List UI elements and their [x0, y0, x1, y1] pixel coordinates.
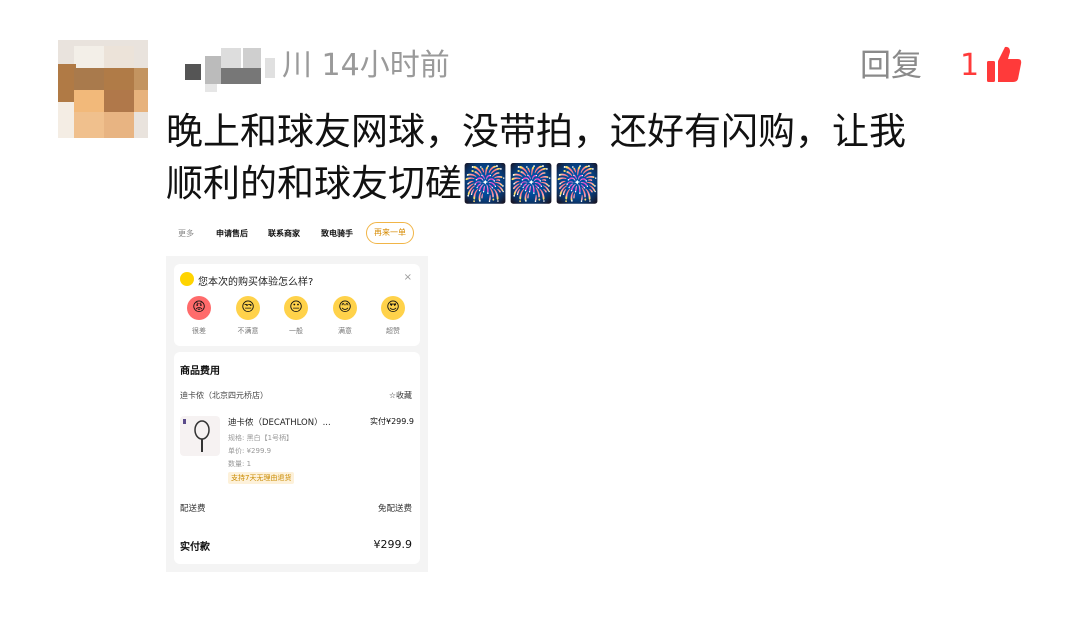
rating-excellent[interactable]: 😍: [381, 296, 405, 320]
favorite-button[interactable]: ☆收藏: [389, 390, 412, 401]
rating-label: 很差: [192, 327, 206, 335]
mascot-icon: [180, 272, 194, 286]
rating-label: 不满意: [237, 327, 259, 335]
username-redacted[interactable]: [185, 44, 285, 92]
contact-merchant-action[interactable]: 联系商家: [268, 228, 300, 239]
like-count[interactable]: 1: [960, 44, 979, 88]
more-action[interactable]: 更多: [178, 228, 194, 239]
product-spec: 规格: 黑白【1号柄】: [228, 434, 294, 442]
comment-meta: 川 14小时前: [282, 44, 450, 88]
cost-section-title: 商品费用: [180, 366, 220, 377]
tennis-racket-thumbnail[interactable]: [180, 416, 220, 456]
rating-unsatisfied[interactable]: 😒: [236, 296, 260, 320]
product-name[interactable]: 迪卡侬（DECATHLON）...: [228, 416, 331, 428]
avatar[interactable]: [58, 40, 148, 138]
order-screenshot-image[interactable]: 更多 申请售后 联系商家 致电骑手 再来一单 您本次的购买体验怎么样? × 😡 …: [166, 208, 428, 572]
product-quantity: 数量: 1: [228, 460, 252, 468]
comment-text-line1: 晚上和球友网球，没带拍，还好有闪购，让我: [166, 110, 906, 153]
product-cost-card: 商品费用 迪卡侬（北京四元桥店） ☆收藏 迪卡侬（DECATHLON）... 实…: [174, 352, 420, 548]
shipping-value: 免配送费: [377, 504, 412, 514]
comment-time: 14小时前: [321, 48, 450, 83]
rating-label: 一般: [289, 327, 303, 335]
payment-card: 实付款 ¥299.9: [174, 526, 420, 564]
close-icon[interactable]: ×: [404, 272, 412, 283]
order-action-bar: 更多 申请售后 联系商家 致电骑手 再来一单: [166, 208, 428, 256]
comment-text-line2: 顺利的和球友切磋: [166, 162, 462, 205]
username-tail: 川: [282, 48, 312, 83]
shipping-label: 配送费: [180, 504, 206, 514]
product-price: 实付¥299.9: [370, 417, 414, 426]
call-rider-action[interactable]: 致电骑手: [321, 228, 353, 239]
rating-label: 满意: [338, 327, 352, 335]
payment-label: 实付款: [180, 542, 210, 553]
rating-very-bad[interactable]: 😡: [187, 296, 211, 320]
rating-label: 超赞: [386, 327, 400, 335]
fireworks-icon: 🎆🎆🎆: [462, 162, 601, 205]
survey-question: 您本次的购买体验怎么样?: [198, 277, 314, 288]
rating-satisfied[interactable]: 😊: [333, 296, 357, 320]
store-name-link[interactable]: 迪卡侬（北京四元桥店）: [180, 390, 268, 401]
return-policy-badge: 支持7天无理由退货: [228, 472, 295, 484]
rating-average[interactable]: 😐: [284, 296, 308, 320]
product-unit-price: 单价: ¥299.9: [228, 447, 272, 455]
comment-text: 晚上和球友网球，没带拍，还好有闪购，让我 顺利的和球友切磋🎆🎆🎆: [166, 106, 1046, 210]
thumbs-up-icon[interactable]: [985, 44, 1023, 84]
reorder-button[interactable]: 再来一单: [366, 222, 414, 244]
reply-button[interactable]: 回复: [860, 44, 922, 88]
payment-amount: ¥299.9: [373, 538, 413, 551]
after-sale-action[interactable]: 申请售后: [216, 228, 248, 239]
experience-survey-card: 您本次的购买体验怎么样? × 😡 😒 😐 😊 😍 很差 不满意 一般 满意 超赞: [174, 264, 420, 346]
